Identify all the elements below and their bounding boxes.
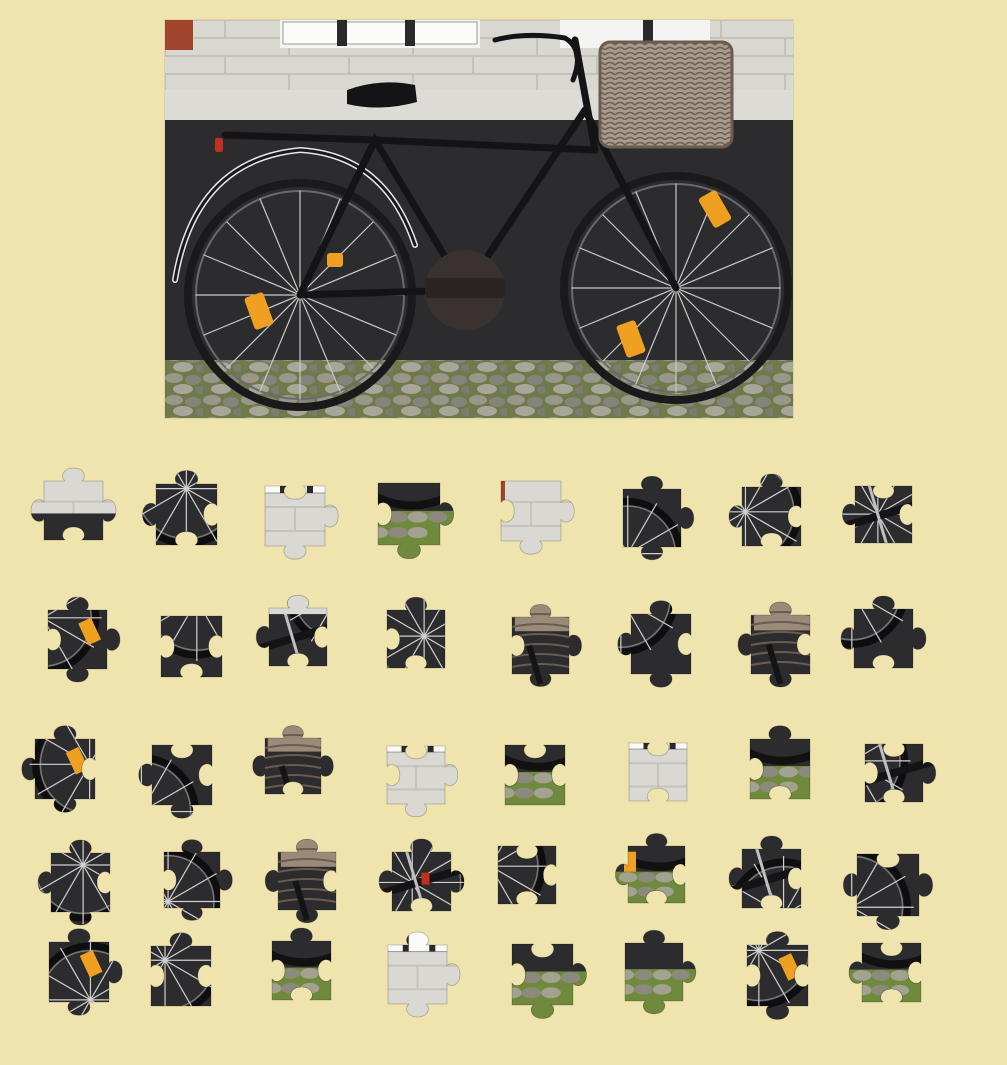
- puzzle-piece[interactable]: [606, 472, 696, 562]
- puzzle-piece-shape: [150, 932, 212, 1007]
- puzzle-piece-shape: [842, 853, 934, 931]
- puzzle-piece-shape: [864, 743, 937, 803]
- puzzle-piece[interactable]: [147, 835, 237, 925]
- puzzle-piece[interactable]: [611, 829, 701, 919]
- puzzle-piece-shape: [617, 600, 692, 688]
- puzzle-piece[interactable]: [261, 835, 351, 925]
- puzzle-piece[interactable]: [139, 467, 229, 557]
- puzzle-piece[interactable]: [848, 727, 938, 817]
- puzzle-piece[interactable]: [734, 598, 824, 688]
- puzzle-piece[interactable]: [371, 928, 461, 1018]
- puzzle-piece-shape: [749, 725, 811, 800]
- bicycle-photo: [165, 20, 793, 418]
- puzzle-piece-shape: [138, 744, 213, 819]
- puzzle-piece-shape: [841, 485, 912, 543]
- puzzle-piece-shape: [848, 942, 921, 1002]
- puzzle-piece[interactable]: [725, 470, 815, 560]
- puzzle-piece-shape: [746, 930, 808, 1020]
- puzzle-piece-shape: [264, 485, 339, 560]
- puzzle-piece-shape: [386, 745, 459, 818]
- puzzle-piece-shape: [377, 482, 455, 560]
- puzzle-piece-shape: [840, 595, 926, 668]
- puzzle-piece-shape: [141, 469, 217, 545]
- puzzle-piece-shape: [728, 473, 801, 546]
- puzzle-piece-shape: [728, 835, 801, 908]
- puzzle-piece-shape: [30, 467, 116, 540]
- puzzle-piece-shape: [160, 615, 222, 677]
- puzzle-piece-shape: [624, 929, 697, 1015]
- puzzle-piece[interactable]: [375, 835, 465, 925]
- puzzle-piece[interactable]: [840, 837, 934, 931]
- puzzle-piece[interactable]: [614, 597, 704, 688]
- puzzle-piece[interactable]: [488, 728, 578, 818]
- puzzle-piece[interactable]: [27, 464, 117, 554]
- puzzle-piece[interactable]: [32, 925, 123, 1016]
- puzzle-piece[interactable]: [135, 728, 225, 819]
- puzzle-piece[interactable]: [608, 926, 698, 1016]
- puzzle-piece[interactable]: [837, 592, 927, 682]
- puzzle-piece[interactable]: [255, 924, 345, 1014]
- puzzle-piece-shape: [737, 601, 810, 687]
- puzzle-piece-shape: [271, 927, 331, 1000]
- puzzle-piece[interactable]: [248, 469, 339, 560]
- puzzle-piece[interactable]: [725, 832, 815, 922]
- reference-image: [165, 20, 793, 418]
- puzzle-piece[interactable]: [361, 466, 455, 560]
- puzzle-piece-shape: [500, 480, 575, 555]
- puzzle-piece[interactable]: [730, 928, 820, 1020]
- puzzle-piece[interactable]: [134, 929, 224, 1019]
- puzzle-piece[interactable]: [144, 599, 234, 689]
- puzzle-piece-shape: [614, 832, 685, 903]
- puzzle-piece[interactable]: [845, 926, 935, 1016]
- puzzle-piece-shape: [378, 838, 464, 911]
- puzzle-piece[interactable]: [370, 593, 460, 683]
- puzzle-piece[interactable]: [612, 726, 702, 816]
- puzzle-piece-shape: [21, 725, 96, 813]
- puzzle-piece-shape: [47, 596, 120, 682]
- piece-tray: [0, 440, 1007, 1040]
- puzzle-piece[interactable]: [34, 836, 124, 926]
- puzzle-piece-shape: [37, 839, 110, 925]
- puzzle-piece[interactable]: [18, 722, 108, 813]
- puzzle-piece-shape: [264, 838, 337, 924]
- puzzle-piece-shape: [252, 725, 334, 795]
- puzzle-piece-shape: [387, 931, 460, 1017]
- puzzle-piece[interactable]: [484, 464, 575, 555]
- puzzle-piece[interactable]: [495, 600, 585, 690]
- puzzle-piece-shape: [497, 845, 557, 905]
- puzzle-piece-shape: [255, 594, 328, 667]
- puzzle-piece-shape: [504, 744, 566, 806]
- puzzle-piece[interactable]: [495, 927, 587, 1019]
- puzzle-piece-shape: [622, 475, 695, 561]
- puzzle-piece-shape: [163, 839, 233, 921]
- puzzle-piece[interactable]: [31, 593, 121, 683]
- puzzle-piece-shape: [628, 742, 688, 802]
- puzzle-piece[interactable]: [370, 729, 460, 819]
- puzzle-piece[interactable]: [733, 722, 823, 812]
- puzzle-piece[interactable]: [252, 591, 342, 681]
- puzzle-piece[interactable]: [838, 469, 928, 559]
- puzzle-piece[interactable]: [248, 721, 338, 811]
- puzzle-piece[interactable]: [481, 829, 571, 919]
- puzzle-piece-shape: [511, 603, 582, 687]
- puzzle-piece-shape: [511, 943, 587, 1019]
- puzzle-piece-shape: [386, 596, 446, 669]
- puzzle-piece-shape: [48, 928, 123, 1016]
